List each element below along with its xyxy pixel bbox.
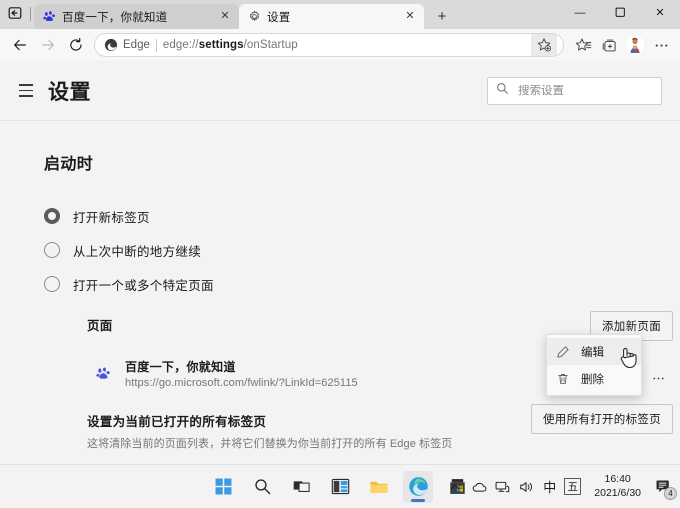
onedrive-icon[interactable] xyxy=(470,478,487,495)
section-title: 启动时 xyxy=(44,150,680,174)
collections-icon[interactable] xyxy=(596,32,622,58)
startup-radio-group: 打开新标签页 从上次中断的地方继续 打开一个或多个特定页面 xyxy=(44,199,680,301)
pages-label: 页面 xyxy=(87,315,113,334)
context-menu-label: 编辑 xyxy=(581,344,604,360)
radio-option-new-tab[interactable]: 打开新标签页 xyxy=(44,199,680,233)
url-text: edge://settings/onStartup xyxy=(163,39,298,51)
page-title: 设置 xyxy=(48,76,91,106)
context-menu-label: 删除 xyxy=(581,371,604,387)
minimize-button[interactable]: — xyxy=(560,0,600,25)
gear-icon xyxy=(247,10,261,24)
tab-title: 设置 xyxy=(267,9,396,25)
new-tab-button[interactable]: + xyxy=(428,4,456,29)
tab-actions-icon[interactable] xyxy=(0,0,30,29)
system-tray: 中 五 16:40 2021/6/30 4 xyxy=(446,473,674,501)
network-icon[interactable] xyxy=(494,478,511,495)
tab-baidu[interactable]: 百度一下，你就知道 ✕ xyxy=(34,4,239,29)
address-bar[interactable]: Edge edge://settings/onStartup xyxy=(94,33,564,57)
more-settings-icon[interactable] xyxy=(648,32,674,58)
search-input[interactable] xyxy=(518,85,653,97)
tab-settings[interactable]: 设置 ✕ xyxy=(239,4,424,29)
radio-indicator[interactable] xyxy=(44,208,60,224)
radio-option-continue[interactable]: 从上次中断的地方继续 xyxy=(44,233,680,267)
task-view-icon[interactable] xyxy=(286,471,316,503)
baidu-icon xyxy=(42,10,56,24)
radio-label: 打开一个或多个特定页面 xyxy=(73,275,214,294)
edge-logo-icon xyxy=(104,38,118,52)
maximize-button[interactable] xyxy=(600,0,640,25)
radio-label: 打开新标签页 xyxy=(73,207,150,226)
widgets-icon[interactable] xyxy=(325,471,355,503)
pencil-icon xyxy=(555,344,570,359)
tab-divider xyxy=(30,7,31,21)
edge-icon[interactable] xyxy=(403,471,433,503)
page-entry-title: 百度一下，你就知道 xyxy=(125,358,358,375)
baidu-icon xyxy=(95,365,112,382)
volume-icon[interactable] xyxy=(518,478,535,495)
close-button[interactable]: ✕ xyxy=(640,0,680,25)
browser-toolbar: Edge edge://settings/onStartup xyxy=(0,29,680,61)
browser-window: 百度一下，你就知道 ✕ 设置 ✕ + — ✕ xyxy=(0,0,680,508)
ime-mode-indicator[interactable]: 中 xyxy=(542,477,557,496)
use-all-open-tabs-button[interactable]: 使用所有打开的标签页 xyxy=(531,404,673,434)
settings-content: 启动时 打开新标签页 从上次中断的地方继续 打开一个或多个特定页面 页面 添加新… xyxy=(0,121,680,464)
favorites-icon[interactable] xyxy=(570,32,596,58)
use-all-tabs-description: 这将清除当前的页面列表，并将它们替换为你当前打开的所有 Edge 标签页 xyxy=(87,435,680,451)
hamburger-icon[interactable] xyxy=(14,79,38,103)
mouse-cursor-hand xyxy=(617,345,637,376)
forward-arrow-icon[interactable] xyxy=(34,32,62,58)
clock-date: 2021/6/30 xyxy=(594,487,641,501)
omnibox-divider xyxy=(156,39,157,52)
add-favorite-icon[interactable] xyxy=(531,33,557,57)
profile-avatar[interactable] xyxy=(622,32,648,58)
search-icon[interactable] xyxy=(247,471,277,503)
refresh-icon[interactable] xyxy=(62,32,90,58)
notification-count-badge: 4 xyxy=(664,487,677,500)
use-all-tabs-section: 设置为当前已打开的所有标签页 这将清除当前的页面列表，并将它们替换为你当前打开的… xyxy=(44,411,680,451)
trash-icon xyxy=(555,371,570,386)
radio-label: 从上次中断的地方继续 xyxy=(73,241,201,260)
taskbar-apps xyxy=(208,471,472,503)
window-controls: — ✕ xyxy=(560,0,680,29)
chevron-up-icon[interactable] xyxy=(446,478,463,495)
start-icon[interactable] xyxy=(208,471,238,503)
file-explorer-icon[interactable] xyxy=(364,471,394,503)
notification-icon[interactable]: 4 xyxy=(652,476,674,498)
radio-indicator[interactable] xyxy=(44,242,60,258)
tab-strip: 百度一下，你就知道 ✕ 设置 ✕ + — ✕ xyxy=(0,0,680,29)
tab-close-icon[interactable]: ✕ xyxy=(402,9,418,25)
edge-label: Edge xyxy=(123,39,150,51)
tab-title: 百度一下，你就知道 xyxy=(62,9,211,25)
ime-input-method-indicator[interactable]: 五 xyxy=(564,478,581,495)
page-entry-url: https://go.microsoft.com/fwlink/?LinkId=… xyxy=(125,377,358,389)
tab-close-icon[interactable]: ✕ xyxy=(217,9,233,25)
settings-header: 设置 xyxy=(0,61,680,120)
edge-identity: Edge xyxy=(104,38,150,52)
omnibox-actions xyxy=(531,33,557,57)
windows-taskbar: 中 五 16:40 2021/6/30 4 xyxy=(0,464,680,508)
clock-time: 16:40 xyxy=(605,473,631,487)
radio-option-specific-pages[interactable]: 打开一个或多个特定页面 xyxy=(44,267,680,301)
clock[interactable]: 16:40 2021/6/30 xyxy=(594,473,641,501)
radio-indicator[interactable] xyxy=(44,276,60,292)
search-icon xyxy=(496,82,509,100)
more-options-icon[interactable] xyxy=(647,367,669,389)
back-arrow-icon[interactable] xyxy=(6,32,34,58)
page-entry-texts: 百度一下，你就知道 https://go.microsoft.com/fwlin… xyxy=(125,358,358,389)
search-settings-box[interactable] xyxy=(487,77,662,105)
